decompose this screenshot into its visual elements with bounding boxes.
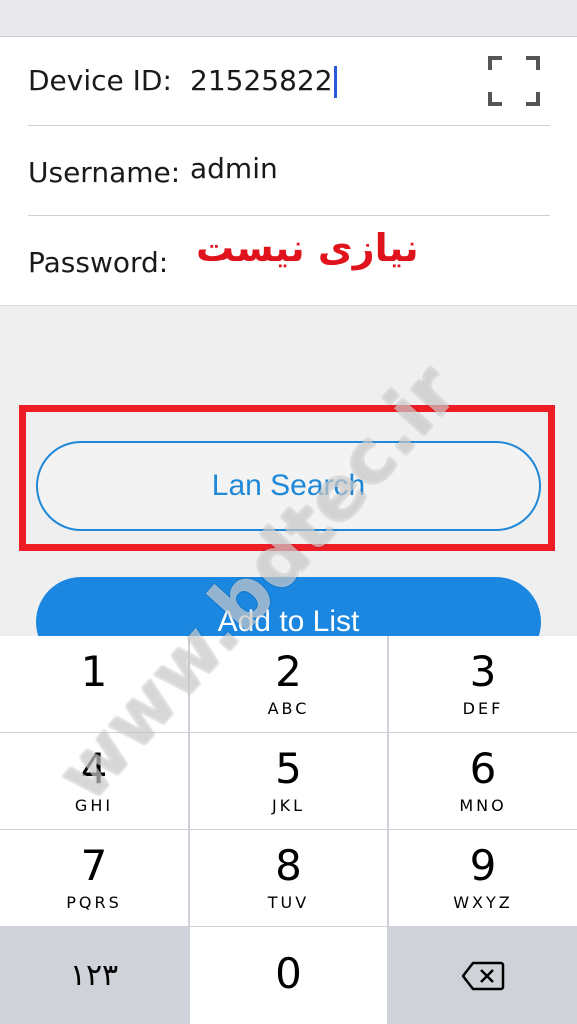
key-letters: WXYZ (453, 893, 513, 912)
key-3[interactable]: 3 DEF (389, 636, 577, 732)
key-letters: DEF (462, 699, 504, 718)
password-row: Password: نیازی نیست (0, 216, 577, 305)
key-digit: 4 (80, 744, 108, 793)
key-letters: PQRS (66, 893, 122, 912)
key-letters: TUV (267, 893, 310, 912)
key-8[interactable]: 8 TUV (190, 830, 387, 926)
device-form: Device ID: 21525822 Username: admin Pass… (0, 37, 577, 306)
numeric-keypad: 1 2 ABC 3 DEF 4 GHI 5 JKL 6 MNO 7 PQRS 8 TUV 9 W… (0, 636, 577, 1024)
key-1[interactable]: 1 (0, 636, 188, 732)
password-label: Password: (28, 246, 169, 279)
key-6[interactable]: 6 MNO (389, 733, 577, 829)
text-cursor (333, 66, 337, 98)
key-digit: 1 (80, 647, 108, 696)
key-digit: 0 (275, 949, 302, 998)
key-5[interactable]: 5 JKL (190, 733, 387, 829)
status-bar (0, 0, 577, 37)
key-9[interactable]: 9 WXYZ (389, 830, 577, 926)
key-letters: JKL (271, 796, 306, 815)
device-id-value: 21525822 (190, 64, 333, 97)
key-digit: 3 (469, 647, 497, 696)
device-id-row: Device ID: 21525822 (0, 37, 577, 126)
key-digit: 5 (275, 744, 302, 793)
scan-qr-icon[interactable] (488, 56, 540, 106)
key-letters: MNO (459, 796, 507, 815)
key-digit: 7 (80, 841, 108, 890)
number-mode-key[interactable]: ١٢٣ (0, 927, 188, 1024)
username-row: Username: admin (0, 126, 577, 215)
key-0[interactable]: 0 (190, 927, 387, 1024)
key-letters: ABC (267, 699, 310, 718)
username-label: Username: (28, 156, 181, 189)
key-digit: 6 (469, 744, 497, 793)
key-digit: 9 (469, 841, 497, 890)
key-2[interactable]: 2 ABC (190, 636, 387, 732)
device-id-field[interactable]: 21525822 (190, 64, 337, 98)
key-digit: 2 (275, 647, 302, 696)
password-annotation: نیازی نیست (196, 226, 419, 270)
backspace-key[interactable] (389, 927, 577, 1024)
key-4[interactable]: 4 GHI (0, 733, 188, 829)
device-id-label: Device ID: (28, 64, 172, 97)
key-7[interactable]: 7 PQRS (0, 830, 188, 926)
backspace-icon (461, 961, 505, 990)
username-field[interactable]: admin (190, 152, 278, 185)
key-letters: GHI (74, 796, 114, 815)
mode-label: ١٢٣ (69, 958, 119, 993)
lan-search-button[interactable]: Lan Search (36, 441, 541, 531)
key-digit: 8 (275, 841, 302, 890)
